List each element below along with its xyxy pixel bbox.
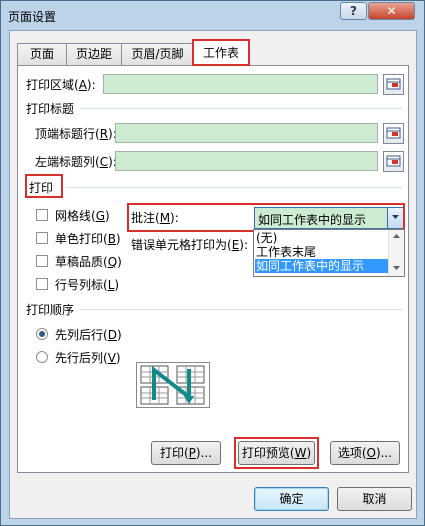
draft-quality-label: 草稿品质(Q): [55, 255, 122, 269]
divider: [66, 187, 402, 188]
options-button[interactable]: 选项(O)...: [330, 441, 400, 465]
dialog-body: 页面 页边距 页眉/页脚 工作表 打印区域(A): 打印标题 顶端标题行(R):…: [9, 30, 417, 519]
print-heading-highlight-box: [25, 174, 63, 198]
title-rows-label: 顶端标题行(R):: [35, 127, 117, 141]
print-preview-highlight-box: [234, 437, 319, 469]
over-then-down-radio[interactable]: [36, 351, 48, 363]
sheet-panel: 打印区域(A): 打印标题 顶端标题行(R): 左端标题列(C): 打印 网格线…: [17, 65, 409, 473]
black-and-white-label: 单色打印(B): [55, 232, 121, 246]
comments-highlight-box: [127, 203, 405, 232]
print-button[interactable]: 打印(P)...: [151, 441, 221, 465]
page-order-icon: [140, 365, 205, 405]
range-select-icon: [386, 127, 401, 139]
gridlines-checkbox[interactable]: [36, 209, 48, 221]
title-columns-label: 左端标题列(C):: [35, 155, 117, 169]
divider: [80, 108, 402, 109]
down-then-over-radio[interactable]: [36, 328, 48, 340]
print-titles-heading: 打印标题: [26, 102, 75, 116]
cell-errors-label: 错误单元格打印为(E):: [131, 238, 249, 252]
page-setup-dialog: 页面设置 ? ✕ 页面 页边距 页眉/页脚 工作表 打印区域(A): 打印标题 …: [0, 0, 425, 526]
range-select-icon: [386, 78, 401, 90]
draft-quality-checkbox[interactable]: [36, 255, 48, 267]
divider: [80, 309, 402, 310]
collapse-dialog-button[interactable]: [383, 123, 404, 144]
gridlines-label: 网格线(G): [55, 209, 110, 223]
option-list-scrollbar[interactable]: [388, 230, 404, 276]
option-none[interactable]: (无): [255, 231, 389, 245]
page-order-heading: 打印顺序: [26, 303, 75, 317]
black-and-white-checkbox[interactable]: [36, 232, 48, 244]
print-area-label: 打印区域(A):: [26, 78, 96, 92]
collapse-dialog-button[interactable]: [383, 151, 404, 172]
title-rows-field[interactable]: [115, 123, 378, 143]
title-bar[interactable]: 页面设置 ? ✕: [1, 1, 424, 29]
row-col-headings-label: 行号列标(L): [55, 278, 120, 292]
over-then-down-label: 先行后列(V): [55, 351, 121, 365]
comments-option-list[interactable]: (无) 工作表末尾 如同工作表中的显示: [253, 229, 405, 277]
help-button[interactable]: ?: [340, 2, 367, 20]
collapse-dialog-button[interactable]: [383, 74, 404, 95]
tab-margins[interactable]: 页边距: [66, 43, 122, 65]
down-then-over-label: 先列后行(D): [55, 328, 122, 342]
page-order-preview: [136, 362, 210, 408]
title-columns-field[interactable]: [115, 151, 378, 171]
option-as-displayed[interactable]: 如同工作表中的显示: [255, 259, 389, 273]
ok-button[interactable]: 确定: [254, 487, 329, 511]
window-title: 页面设置: [8, 10, 57, 24]
option-end-of-sheet[interactable]: 工作表末尾: [255, 245, 389, 259]
range-select-icon: [386, 155, 401, 167]
cancel-button[interactable]: 取消: [337, 487, 412, 511]
print-area-field[interactable]: [103, 74, 378, 94]
tab-header-footer[interactable]: 页眉/页脚: [121, 43, 194, 65]
row-col-headings-checkbox[interactable]: [36, 278, 48, 290]
tab-page[interactable]: 页面: [17, 43, 67, 65]
close-button[interactable]: ✕: [368, 2, 415, 20]
tab-highlight-box: [192, 39, 250, 66]
